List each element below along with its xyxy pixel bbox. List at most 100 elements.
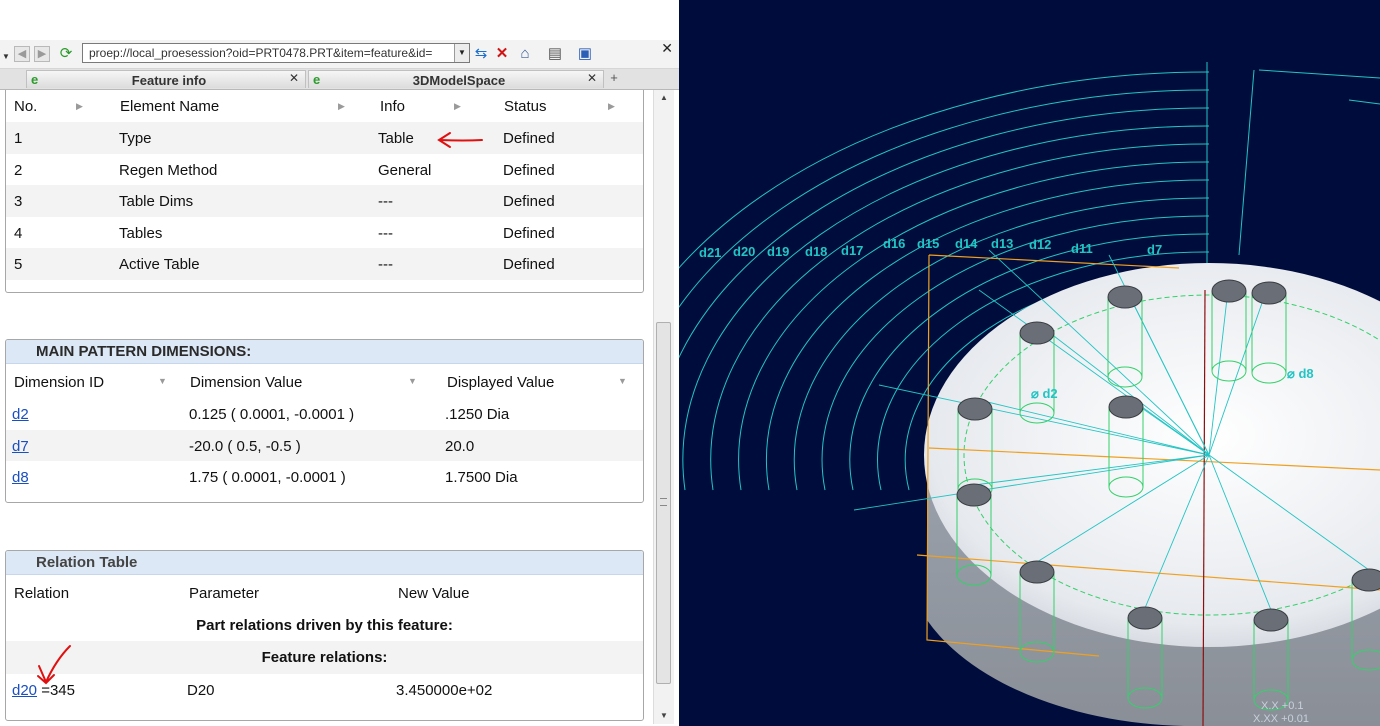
back-arrow-icon[interactable]: ◀ — [14, 46, 30, 62]
tab-close-icon[interactable]: ✕ — [289, 71, 299, 85]
hole-top — [957, 397, 993, 421]
tab-feature-info[interactable]: e Feature info ✕ — [26, 70, 306, 88]
model-scene[interactable]: d21 d20 d19 d18 d17 d16 d15 d14 d13 d12 d11 d7 ⌀ d2… — [679, 0, 1380, 726]
table-header: Dimension ID ▼ Dimension Value ▼ Display… — [6, 364, 643, 398]
tab-close-icon[interactable]: ✕ — [587, 71, 597, 85]
scroll-thumb[interactable] — [656, 322, 671, 684]
dimension-label-d18[interactable]: d18 — [805, 244, 827, 259]
dimension-label-d14[interactable]: d14 — [955, 236, 978, 251]
cell-status: Defined — [503, 193, 555, 210]
dimension-label-d20[interactable]: d20 — [733, 244, 755, 259]
refresh-icon[interactable]: ⟳ — [56, 44, 76, 64]
dimension-label-d13[interactable]: d13 — [991, 236, 1013, 251]
scroll-up-icon[interactable]: ▲ — [654, 90, 674, 106]
cell-value: 0.125 ( 0.0001, -0.0001 ) — [189, 406, 355, 423]
dimension-label-d7[interactable]: d7 — [1147, 242, 1162, 257]
dimension-label-d16[interactable]: d16 — [883, 236, 905, 251]
home-icon[interactable]: ⌂ — [515, 44, 535, 64]
cell-info: Table — [378, 130, 414, 147]
cell-display: .1250 Dia — [445, 406, 510, 423]
print-icon[interactable]: ▤ — [545, 44, 565, 64]
column-header[interactable]: Info — [380, 98, 405, 115]
dimension-label-d12[interactable]: d12 — [1029, 237, 1051, 252]
sort-icon[interactable]: ▼ — [158, 376, 167, 386]
cell-name: Regen Method — [119, 161, 218, 179]
url-bar[interactable]: proep://local_proesession?oid=PRT0478.PR… — [82, 43, 470, 63]
sort-icon[interactable]: ▶ — [608, 101, 615, 112]
part-relations-label: Part relations driven by this feature: — [196, 617, 453, 634]
dimension-label-d17[interactable]: d17 — [841, 243, 863, 258]
column-header[interactable]: No. — [14, 98, 37, 115]
relation-row: d20 =345 D20 3.450000e+02 — [6, 674, 643, 706]
feature-relations-label: Feature relations: — [261, 649, 388, 666]
table-row: d8 1.75 ( 0.0001, -0.0001 ) 1.7500 Dia — [6, 461, 643, 493]
hole-top — [1251, 281, 1287, 305]
save-icon[interactable]: ▣ — [575, 44, 595, 64]
dimensions-panel: MAIN PATTERN DIMENSIONS: Dimension ID ▼ … — [5, 339, 644, 503]
panel-title: Relation Table — [6, 551, 643, 575]
dimension-label-d15[interactable]: d15 — [917, 236, 939, 251]
browser-toolbar: ▼ ◀ ▶ ⟳ proep://local_proesession?oid=PR… — [0, 40, 679, 69]
cell-display: 1.7500 Dia — [445, 469, 518, 486]
cell-status: Defined — [503, 161, 555, 179]
coord-readout: X.XX +0.01 — [1253, 713, 1309, 725]
cell-no: 5 — [14, 256, 23, 273]
dimension-label-d19[interactable]: d19 — [767, 244, 789, 259]
dimension-link[interactable]: d8 — [12, 469, 29, 486]
dimension-id-link[interactable]: d7 — [12, 438, 29, 455]
column-header[interactable]: Displayed Value — [447, 374, 554, 391]
cell-info: --- — [378, 256, 393, 273]
cell-info: --- — [378, 193, 393, 210]
url-text[interactable]: proep://local_proesession?oid=PRT0478.PR… — [89, 46, 451, 60]
forward-arrow-icon[interactable]: ▶ — [34, 46, 50, 62]
column-header[interactable]: Dimension Value — [190, 374, 302, 391]
dimension-link[interactable]: d7 — [12, 438, 29, 455]
tab-3dmodelspace[interactable]: e 3DModelSpace ✕ — [308, 70, 604, 88]
dia-label-d8[interactable]: ⌀ d8 — [1287, 366, 1314, 381]
section-row: Feature relations: — [6, 641, 643, 674]
hole-top — [1107, 285, 1143, 309]
stop-icon[interactable]: ✕ — [492, 44, 512, 64]
hole-top — [1019, 560, 1055, 584]
cell-name: Tables — [119, 224, 163, 242]
table-row: d7 -20.0 ( 0.5, -0.5 ) 20.0 — [6, 429, 643, 461]
column-header[interactable]: Element Name — [120, 98, 219, 115]
coord-readout: X.X +0.1 — [1261, 700, 1304, 712]
cell-value: 1.75 ( 0.0001, -0.0001 ) — [189, 469, 346, 486]
dimension-id-link[interactable]: d8 — [12, 469, 29, 486]
model-viewport[interactable]: d21 d20 d19 d18 d17 d16 d15 d14 d13 d12 d11 d7 ⌀ d2… — [679, 0, 1380, 726]
relation-id-link[interactable]: d20 — [12, 682, 37, 699]
cell-parameter: D20 — [187, 682, 215, 699]
menu-arrow-icon[interactable]: ▼ — [2, 52, 10, 61]
new-tab-icon[interactable]: + — [606, 70, 622, 86]
dimension-id-link[interactable]: d2 — [12, 406, 29, 423]
cell-status: Defined — [503, 256, 555, 273]
sort-icon[interactable]: ▼ — [618, 376, 627, 386]
hole-top — [1351, 568, 1380, 592]
cell-no: 2 — [14, 161, 23, 179]
sort-icon[interactable]: ▶ — [76, 101, 83, 112]
dimension-label-d21[interactable]: d21 — [699, 245, 721, 260]
sort-icon[interactable]: ▼ — [408, 376, 417, 386]
section-row: Part relations driven by this feature: — [6, 609, 643, 641]
vertical-scrollbar[interactable]: ▲ ▼ — [653, 90, 674, 724]
tab-label: Feature info — [131, 73, 207, 88]
dia-label-d2[interactable]: ⌀ d2 — [1031, 386, 1058, 401]
cell-new-value: 3.450000e+02 — [396, 682, 493, 699]
browser-pane: ▼ ◀ ▶ ⟳ proep://local_proesession?oid=PR… — [0, 0, 679, 726]
sync-icon[interactable]: ⇆ — [471, 44, 491, 64]
dimension-link[interactable]: d2 — [12, 406, 29, 423]
scroll-down-icon[interactable]: ▼ — [654, 708, 674, 724]
close-icon[interactable]: ✕ — [661, 40, 673, 57]
dimension-label-d11[interactable]: d11 — [1071, 241, 1093, 256]
hole-top — [1253, 608, 1289, 632]
hole-top — [1127, 606, 1163, 630]
tab-strip: e Feature info ✕ e 3DModelSpace ✕ + — [0, 69, 679, 90]
url-dropdown-icon[interactable]: ▼ — [454, 44, 469, 62]
sort-icon[interactable]: ▶ — [338, 101, 345, 112]
column-header[interactable]: Dimension ID — [14, 374, 104, 391]
sort-icon[interactable]: ▶ — [454, 101, 461, 112]
cell-no: 4 — [14, 224, 23, 242]
cell-name: Table Dims — [119, 193, 194, 210]
column-header[interactable]: Status — [504, 98, 547, 115]
